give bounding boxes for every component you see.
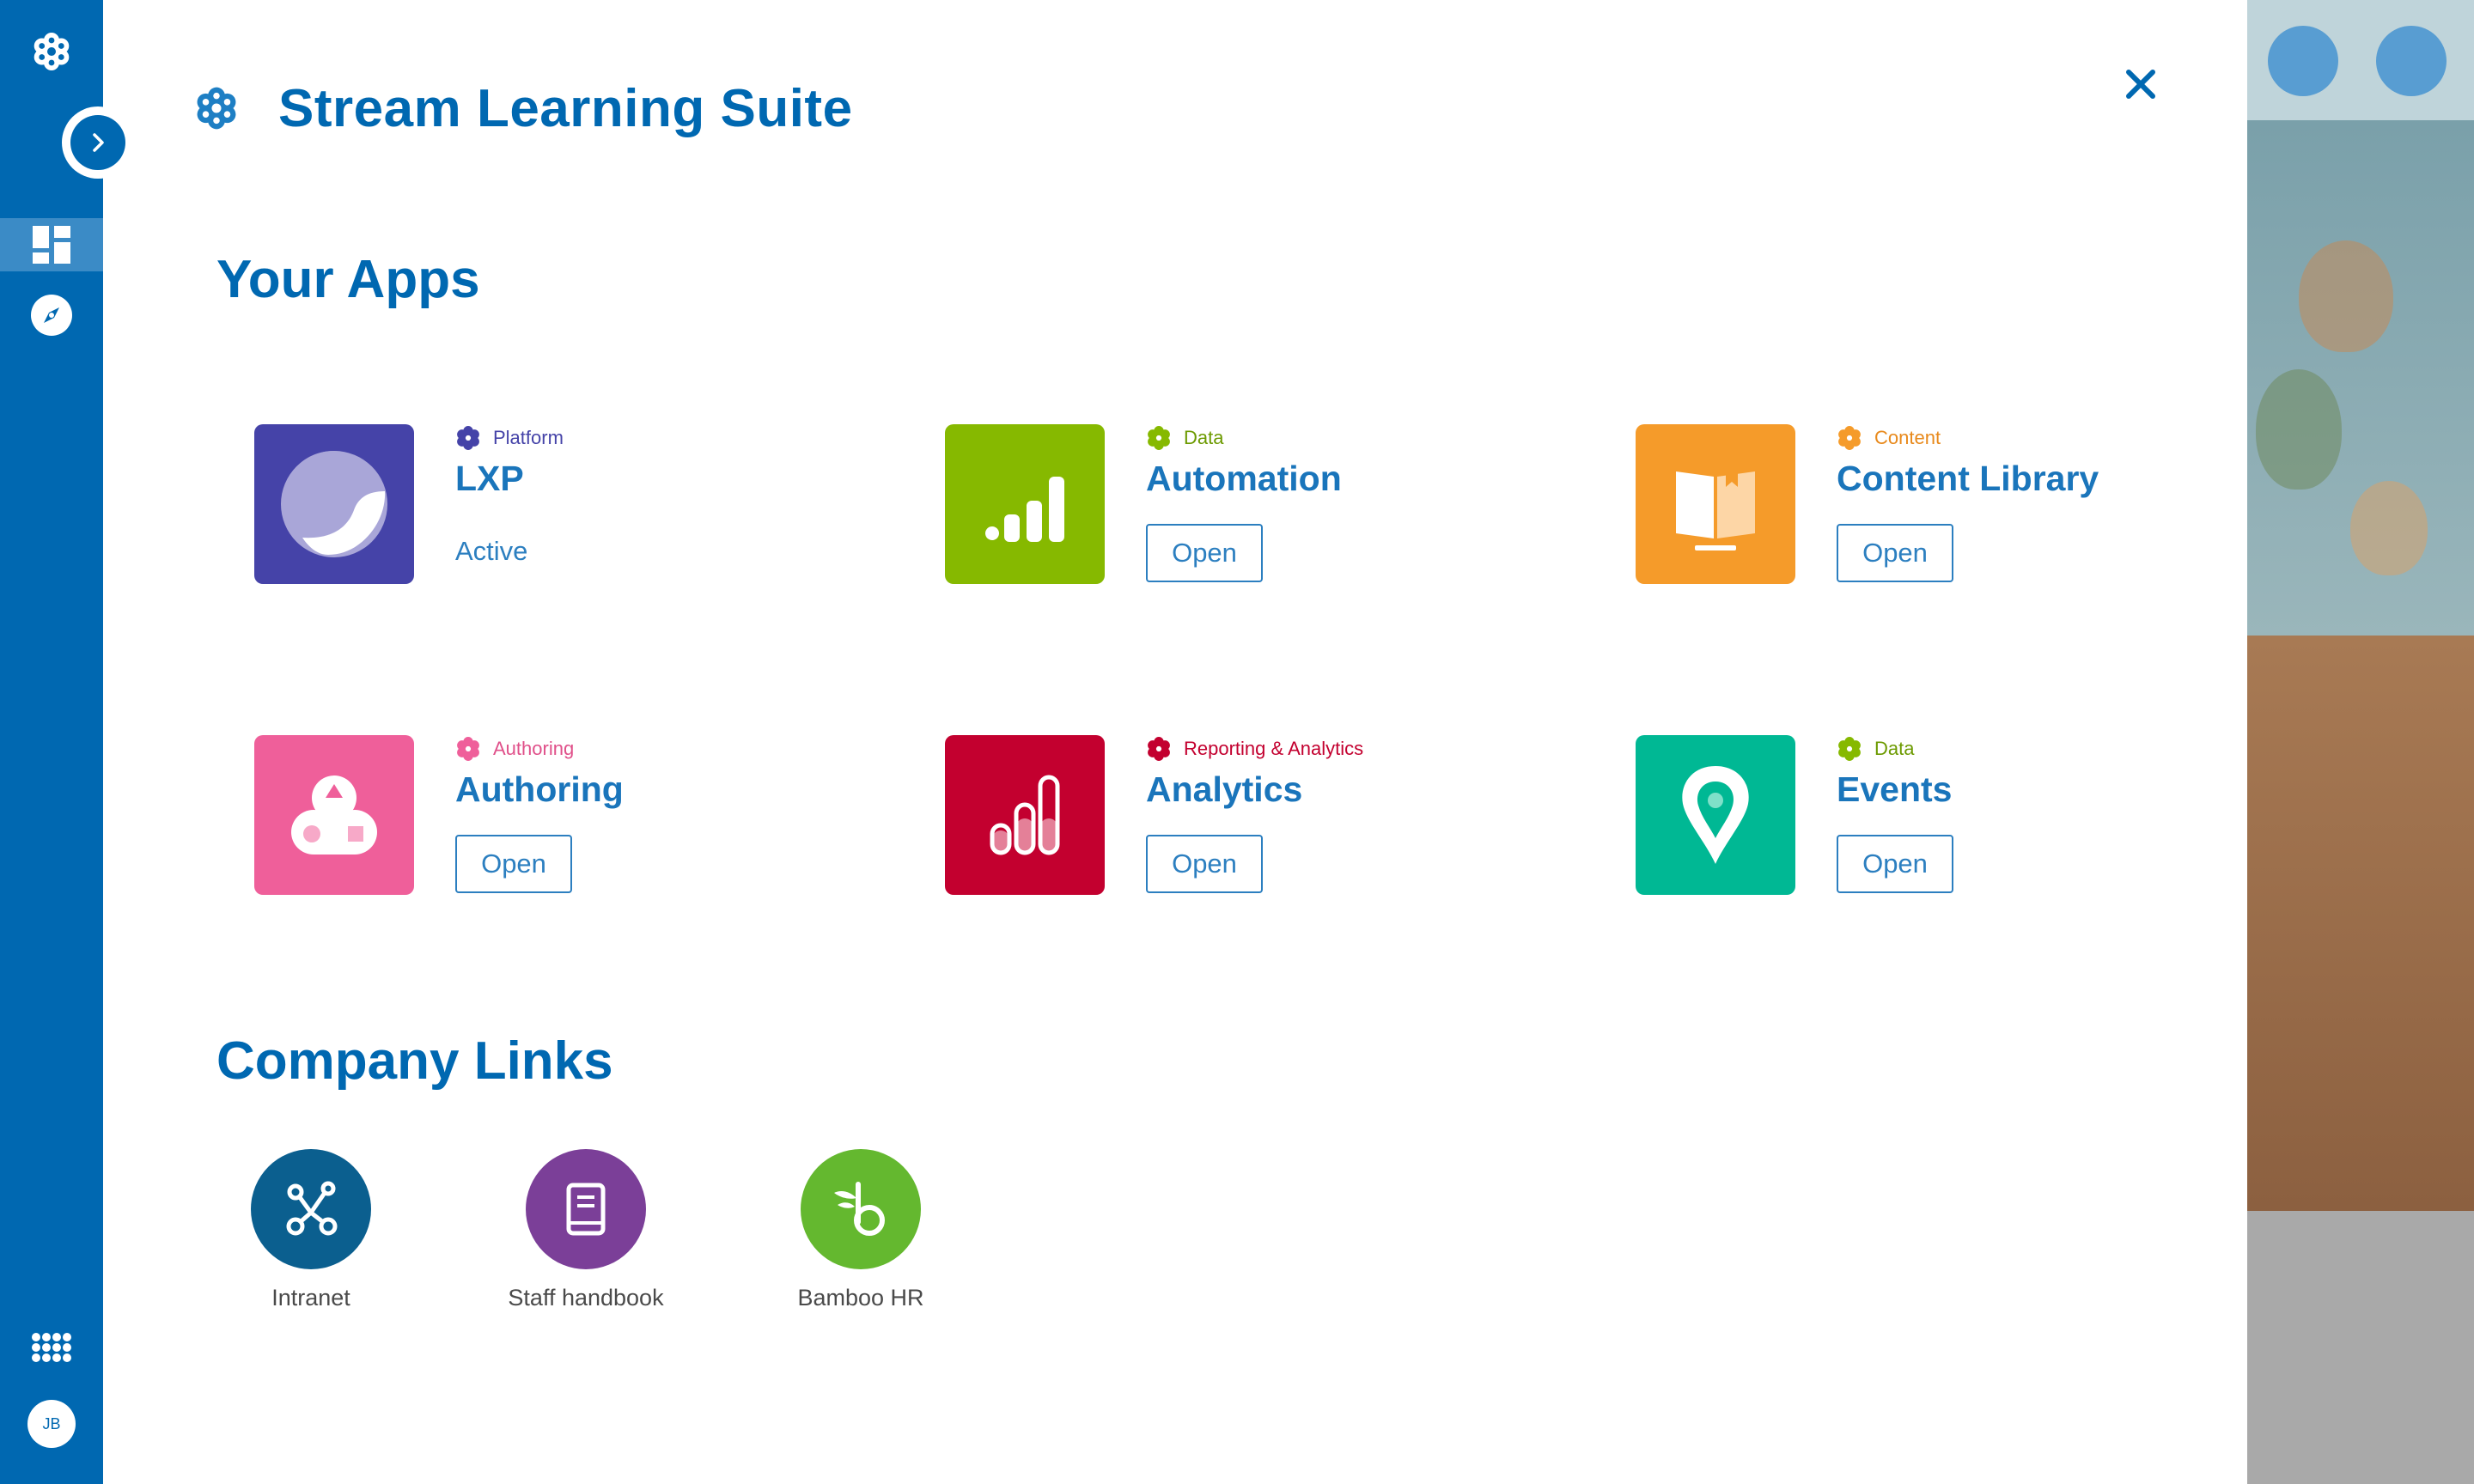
book-icon <box>566 1183 606 1236</box>
app-card-authoring: Authoring Authoring Open <box>254 735 907 898</box>
intranet-circle <box>251 1149 371 1269</box>
category-flower-icon <box>1148 426 1170 450</box>
app-category-label: Data <box>1874 738 1915 759</box>
close-icon[interactable] <box>2118 62 2163 106</box>
link-label: Bamboo HR <box>797 1285 924 1311</box>
expand-sidebar-button[interactable] <box>70 115 125 170</box>
app-name[interactable]: Automation <box>1146 459 1342 499</box>
open-content-library-button[interactable]: Open <box>1837 524 1953 582</box>
app-card-events: Data Events Open <box>1636 735 2288 898</box>
staff-handbook-circle <box>526 1149 646 1269</box>
compass-icon <box>31 295 72 336</box>
app-category: Data <box>1146 424 1223 452</box>
app-card-automation: Data Automation Open <box>945 424 1598 587</box>
link-bamboo-hr[interactable]: Bamboo HR <box>766 1149 955 1311</box>
left-sidebar: JB <box>0 0 103 1484</box>
suite-header: Stream Learning Suite <box>180 72 853 144</box>
category-flower-icon <box>1148 737 1170 761</box>
link-label: Intranet <box>271 1285 350 1311</box>
your-apps-heading: Your Apps <box>216 250 480 309</box>
chevron-right-icon <box>93 133 104 152</box>
app-card-content-library: Content Content Library Open <box>1636 424 2288 587</box>
analytics-bars-icon <box>990 775 1060 855</box>
events-tile[interactable] <box>1636 735 1795 895</box>
app-name[interactable]: Content Library <box>1837 459 2099 499</box>
category-flower-icon <box>1838 737 1861 761</box>
company-links-heading: Company Links <box>216 1031 613 1091</box>
analytics-tile[interactable] <box>945 735 1105 895</box>
user-initials: JB <box>42 1414 61 1432</box>
app-category-label: Data <box>1184 427 1224 448</box>
open-book-icon <box>1676 470 1755 550</box>
app-category: Content <box>1837 424 1941 452</box>
category-flower-icon <box>1838 426 1861 450</box>
content-library-tile[interactable] <box>1636 424 1795 584</box>
app-name[interactable]: LXP <box>455 459 524 499</box>
app-category: Data <box>1837 735 1914 763</box>
app-card-lxp: Platform LXP Active <box>254 424 907 587</box>
app-category: Authoring <box>455 735 574 763</box>
app-category-label: Reporting & Analytics <box>1184 738 1364 759</box>
sidebar-item-dashboard[interactable] <box>0 218 103 271</box>
app-category: Platform <box>455 424 564 452</box>
app-category-label: Content <box>1874 427 1941 448</box>
automation-bars-icon <box>985 477 1064 542</box>
app-name[interactable]: Events <box>1837 769 1952 810</box>
map-pin-icon <box>1682 766 1749 864</box>
bamboo-icon <box>834 1182 885 1236</box>
link-intranet[interactable]: Intranet <box>216 1149 405 1311</box>
lxp-tile[interactable] <box>254 424 414 584</box>
sidebar-item-explore[interactable] <box>0 289 103 342</box>
category-flower-icon <box>457 426 479 450</box>
lxp-swoosh-icon <box>281 451 387 557</box>
link-staff-handbook[interactable]: Staff handbook <box>491 1149 680 1311</box>
app-category-label: Authoring <box>493 738 575 759</box>
app-status: Active <box>455 536 528 566</box>
open-analytics-button[interactable]: Open <box>1146 835 1263 893</box>
app-category-label: Platform <box>493 427 564 448</box>
user-avatar[interactable]: JB <box>27 1400 76 1448</box>
link-label: Staff handbook <box>508 1285 664 1311</box>
dashboard-icon <box>33 226 70 264</box>
app-name[interactable]: Analytics <box>1146 769 1302 810</box>
app-category: Reporting & Analytics <box>1146 735 1363 763</box>
page-title: Stream Learning Suite <box>278 78 853 138</box>
network-icon <box>286 1181 338 1236</box>
open-automation-button[interactable]: Open <box>1146 524 1263 582</box>
authoring-tile[interactable] <box>254 735 414 895</box>
app-name[interactable]: Authoring <box>455 769 624 810</box>
apps-grid-icon <box>32 1333 71 1362</box>
stream-logo-icon <box>197 87 236 130</box>
automation-tile[interactable] <box>945 424 1105 584</box>
stream-logo-icon[interactable] <box>19 19 84 84</box>
shapes-icon <box>291 775 377 855</box>
app-launcher-button[interactable] <box>0 1326 103 1379</box>
open-authoring-button[interactable]: Open <box>455 835 572 893</box>
app-card-analytics: Reporting & Analytics Analytics Open <box>945 735 1598 898</box>
bamboo-hr-circle <box>801 1149 921 1269</box>
open-events-button[interactable]: Open <box>1837 835 1953 893</box>
category-flower-icon <box>457 737 479 761</box>
